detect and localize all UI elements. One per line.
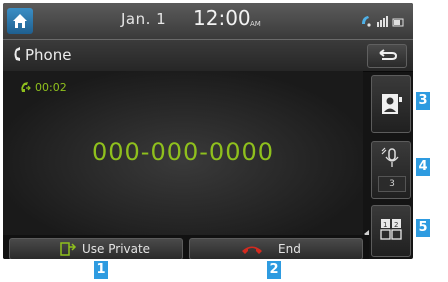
- phone-number: 000-000-0000: [91, 138, 274, 166]
- call-duration: 00:02: [35, 81, 67, 94]
- back-button[interactable]: [367, 44, 407, 68]
- home-button[interactable]: [7, 8, 33, 34]
- callout-5: 5: [416, 219, 430, 237]
- mute-volume-level: 3: [378, 176, 406, 192]
- mic-mute-icon: [381, 147, 399, 167]
- callout-1: 1: [94, 261, 108, 279]
- dialpad-button[interactable]: 1 2: [371, 205, 411, 257]
- back-arrow-icon: [379, 49, 398, 60]
- status-icons: [359, 14, 407, 31]
- phone-icon: [11, 46, 23, 66]
- active-call-icon: [21, 82, 31, 92]
- private-handset-icon: [60, 242, 77, 256]
- date-label: Jan. 1: [121, 10, 167, 28]
- title-bar: Phone: [3, 39, 413, 72]
- use-private-label: Use Private: [82, 242, 151, 256]
- phone-screen: Jan. 1 12:00 AM Phone 00:02 000-000-0000…: [3, 3, 413, 259]
- svg-text:1: 1: [383, 221, 387, 229]
- mute-button[interactable]: 3: [371, 141, 411, 199]
- signal-icon: [362, 16, 404, 27]
- end-call-icon: [242, 246, 262, 254]
- use-private-button[interactable]: Use Private: [9, 238, 183, 259]
- svg-text:2: 2: [394, 221, 398, 229]
- ampm-label: AM: [250, 20, 261, 28]
- page-title: Phone: [25, 46, 72, 64]
- bottom-bar: Use Private End: [3, 235, 369, 259]
- callout-4: 4: [416, 158, 430, 176]
- contacts-icon: [382, 94, 402, 114]
- end-label: End: [278, 242, 301, 256]
- time-label: 12:00: [193, 6, 251, 30]
- callout-2: 2: [267, 261, 281, 279]
- status-bar: Jan. 1 12:00 AM: [3, 3, 413, 39]
- contacts-button[interactable]: [371, 75, 411, 133]
- dialpad-icon: 1 2: [380, 219, 402, 240]
- callout-3: 3: [416, 92, 430, 110]
- home-icon: [13, 14, 27, 28]
- end-call-button[interactable]: End: [189, 238, 363, 259]
